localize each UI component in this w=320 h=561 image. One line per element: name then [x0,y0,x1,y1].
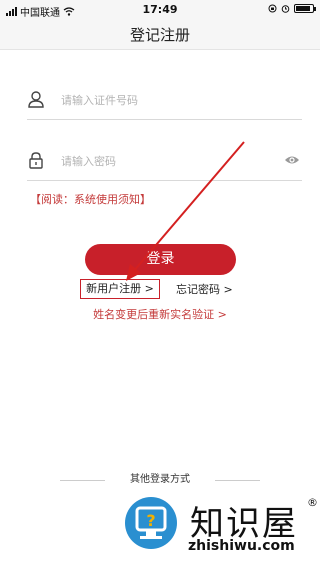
name-change-verify-link[interactable]: 姓名变更后重新实名验证 > [0,306,320,322]
watermark-logo-icon: ? [125,497,177,549]
show-password-icon[interactable] [284,153,300,167]
watermark-url: zhishiwu.com [188,538,295,554]
lock-icon [29,152,43,169]
other-login-section: 其他登录方式 [60,472,260,488]
orientation-lock-icon [268,4,277,13]
login-button[interactable]: 登录 [85,244,236,275]
password-input[interactable] [61,151,271,171]
id-number-input[interactable] [61,90,271,110]
status-right [268,4,316,13]
register-link[interactable]: 新用户注册 > [80,279,160,299]
svg-text:?: ? [146,511,155,530]
divider-right [215,480,260,481]
forgot-password-link[interactable]: 忘记密码 > [176,281,233,297]
page-title: 登记注册 [129,26,190,44]
user-icon [28,91,44,108]
password-field [27,141,302,181]
battery-level [296,6,311,11]
battery-icon [294,4,316,13]
id-number-field [27,80,302,120]
navigation-bar: 登记注册 [0,20,320,50]
registered-mark: ® [307,496,318,509]
status-bar: 中国联通 17:49 [0,0,320,20]
usage-notice-link[interactable]: 【阅读：系统使用须知】 [30,191,151,207]
alarm-icon [281,5,290,13]
watermark: ? 知识屋 ® zhishiwu.com [118,494,320,561]
